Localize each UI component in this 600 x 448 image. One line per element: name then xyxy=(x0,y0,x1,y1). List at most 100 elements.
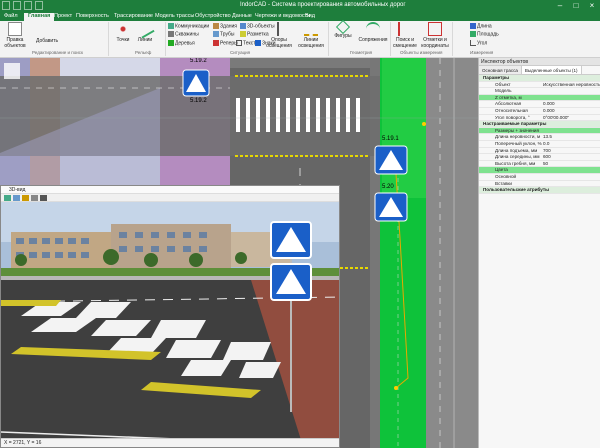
tree-icon xyxy=(168,40,174,46)
property-row[interactable]: Z отметка, м xyxy=(479,94,600,102)
property-value[interactable]: 13.5 xyxy=(543,134,552,141)
junction-icon xyxy=(366,22,380,36)
property-value[interactable]: 0.000 xyxy=(543,108,555,115)
benchmarks-button[interactable]: Реперы xyxy=(213,40,238,46)
property-row[interactable]: Пользовательские атрибуты xyxy=(479,187,600,194)
status-bar: X = 2721, Y = 16 xyxy=(1,438,339,447)
cursor-icon[interactable] xyxy=(35,1,43,10)
area-button[interactable]: Площадь xyxy=(470,31,499,37)
group-label-measure-objects: Объекты измерения xyxy=(400,50,443,55)
angle-button[interactable]: Угол xyxy=(470,40,487,46)
property-row[interactable]: Высота гребня, мм 50 xyxy=(479,161,600,168)
wells-button[interactable]: Скважины xyxy=(168,31,199,37)
benchmark-icon xyxy=(213,40,219,46)
property-value[interactable]: 0.0 xyxy=(543,141,549,148)
property-row[interactable]: Объект Искусственная неровность xyxy=(479,82,600,89)
property-key: Угол поворота, ° xyxy=(495,114,530,120)
tab-main-route[interactable]: Основная трасса xyxy=(479,66,522,74)
rotate-icon[interactable] xyxy=(13,195,20,201)
property-row[interactable]: Длина неровности, м 13.5 xyxy=(479,134,600,141)
maximize-icon[interactable]: □ xyxy=(568,0,584,12)
wells-icon xyxy=(168,31,174,37)
zoom-icon[interactable] xyxy=(22,195,29,201)
property-row[interactable]: Длина подъема, мм 700 xyxy=(479,148,600,155)
add-button[interactable]: Добавить xyxy=(36,38,58,44)
figures-button[interactable]: Фигуры xyxy=(328,19,358,39)
lines-button[interactable]: Линии xyxy=(130,19,160,43)
sign-label: 5.19.2 xyxy=(190,58,207,64)
xyz-icon xyxy=(428,22,442,36)
tab-view[interactable]: Вид xyxy=(305,13,315,19)
length-button[interactable]: Длина xyxy=(470,23,492,29)
trees-button[interactable]: Деревья xyxy=(168,40,195,46)
tab-file[interactable]: Файл xyxy=(4,13,18,19)
tab-equipment[interactable]: Обустройство xyxy=(195,13,231,19)
property-row[interactable]: Размеры + значения xyxy=(479,127,600,135)
search-offset-button[interactable]: Поиск и смещение xyxy=(390,22,420,49)
property-row[interactable]: Длина середины, мм 600 xyxy=(479,154,600,161)
property-key: Абсолютная xyxy=(495,101,522,107)
property-key: Высота гребня, мм xyxy=(495,160,536,166)
property-row[interactable]: Основной xyxy=(479,174,600,181)
tab-route-model[interactable]: Модель трассы xyxy=(155,13,194,19)
edit-objects-button[interactable]: Правка объектов xyxy=(0,22,30,49)
property-value[interactable]: 0.000 xyxy=(543,101,555,108)
property-row[interactable]: Абсолютная 0.000 xyxy=(479,101,600,108)
lamp-icon xyxy=(277,22,281,36)
lighting-poles-button[interactable]: Опоры освещения xyxy=(264,22,294,49)
property-value[interactable]: 50 xyxy=(543,161,548,168)
camera-icon[interactable] xyxy=(31,195,38,201)
tab-drawings[interactable]: Чертежи и ведомости xyxy=(255,13,310,19)
property-grid: Параметры Объект Искусственная неровность М… xyxy=(479,75,600,194)
view-3d-scene[interactable] xyxy=(1,202,340,440)
settings-icon[interactable] xyxy=(40,195,47,201)
property-value[interactable]: 700 xyxy=(543,148,551,155)
marking-icon xyxy=(240,31,246,37)
tab-selected-objects[interactable]: Выделенные объекты (1) xyxy=(521,66,582,74)
property-row[interactable]: Модель xyxy=(479,88,600,95)
junctions-button[interactable]: Сопряжения xyxy=(358,22,388,43)
property-row[interactable]: Настраиваемые параметры xyxy=(479,121,600,128)
cube-icon xyxy=(240,23,246,29)
scene-canvas[interactable] xyxy=(1,202,340,440)
property-key: Настраиваемые параметры xyxy=(483,121,547,127)
property-row[interactable]: Относительная 0.000 xyxy=(479,108,600,115)
property-value[interactable]: 0°00'00.000" xyxy=(543,115,569,122)
pan-icon[interactable] xyxy=(4,195,11,201)
property-key: Относительная xyxy=(495,107,528,113)
minimize-icon[interactable]: – xyxy=(552,0,568,12)
area-icon xyxy=(470,31,476,37)
communications-button[interactable]: Коммуникации xyxy=(168,23,209,29)
property-value[interactable]: 600 xyxy=(543,154,551,161)
tab-data[interactable]: Данные xyxy=(232,13,252,19)
property-key: Поперечный уклон, % xyxy=(495,140,542,146)
ruler-icon xyxy=(470,23,476,29)
quick-access-toolbar xyxy=(2,1,43,10)
save-icon[interactable] xyxy=(2,1,10,10)
elevations-button[interactable]: Отметки и координаты xyxy=(420,22,450,49)
property-row[interactable]: Цвета xyxy=(479,167,600,174)
group-label-relief: Рельеф xyxy=(135,50,152,55)
tab-home[interactable]: Главная xyxy=(24,13,55,21)
close-icon[interactable]: × xyxy=(584,0,600,12)
property-row[interactable]: Параметры xyxy=(479,75,600,82)
tab-project[interactable]: Проект xyxy=(54,13,72,19)
property-key: Пользовательские атрибуты xyxy=(483,187,550,193)
sign-label: 5.19.2 xyxy=(190,98,207,104)
property-value[interactable]: Искусственная неровность xyxy=(543,82,600,89)
property-row[interactable]: Поперечный уклон, % 0.0 xyxy=(479,141,600,148)
property-key: Длина подъема, мм xyxy=(495,147,538,153)
pipe-icon xyxy=(213,31,219,37)
property-key: Основной xyxy=(495,173,517,179)
communications-icon xyxy=(168,23,174,29)
buildings-button[interactable]: Здания xyxy=(213,23,237,29)
pipes-button[interactable]: Трубы xyxy=(213,31,235,37)
text-icon xyxy=(236,40,242,46)
undo-icon[interactable] xyxy=(13,1,21,10)
tab-surface[interactable]: Поверхность xyxy=(76,13,109,19)
lighting-lines-button[interactable]: Линии освещения xyxy=(296,22,326,49)
tab-tracing[interactable]: Трассирование xyxy=(114,13,153,19)
property-row[interactable]: Угол поворота, ° 0°00'00.000" xyxy=(479,115,600,122)
sign-icon xyxy=(255,40,261,46)
redo-icon[interactable] xyxy=(24,1,32,10)
